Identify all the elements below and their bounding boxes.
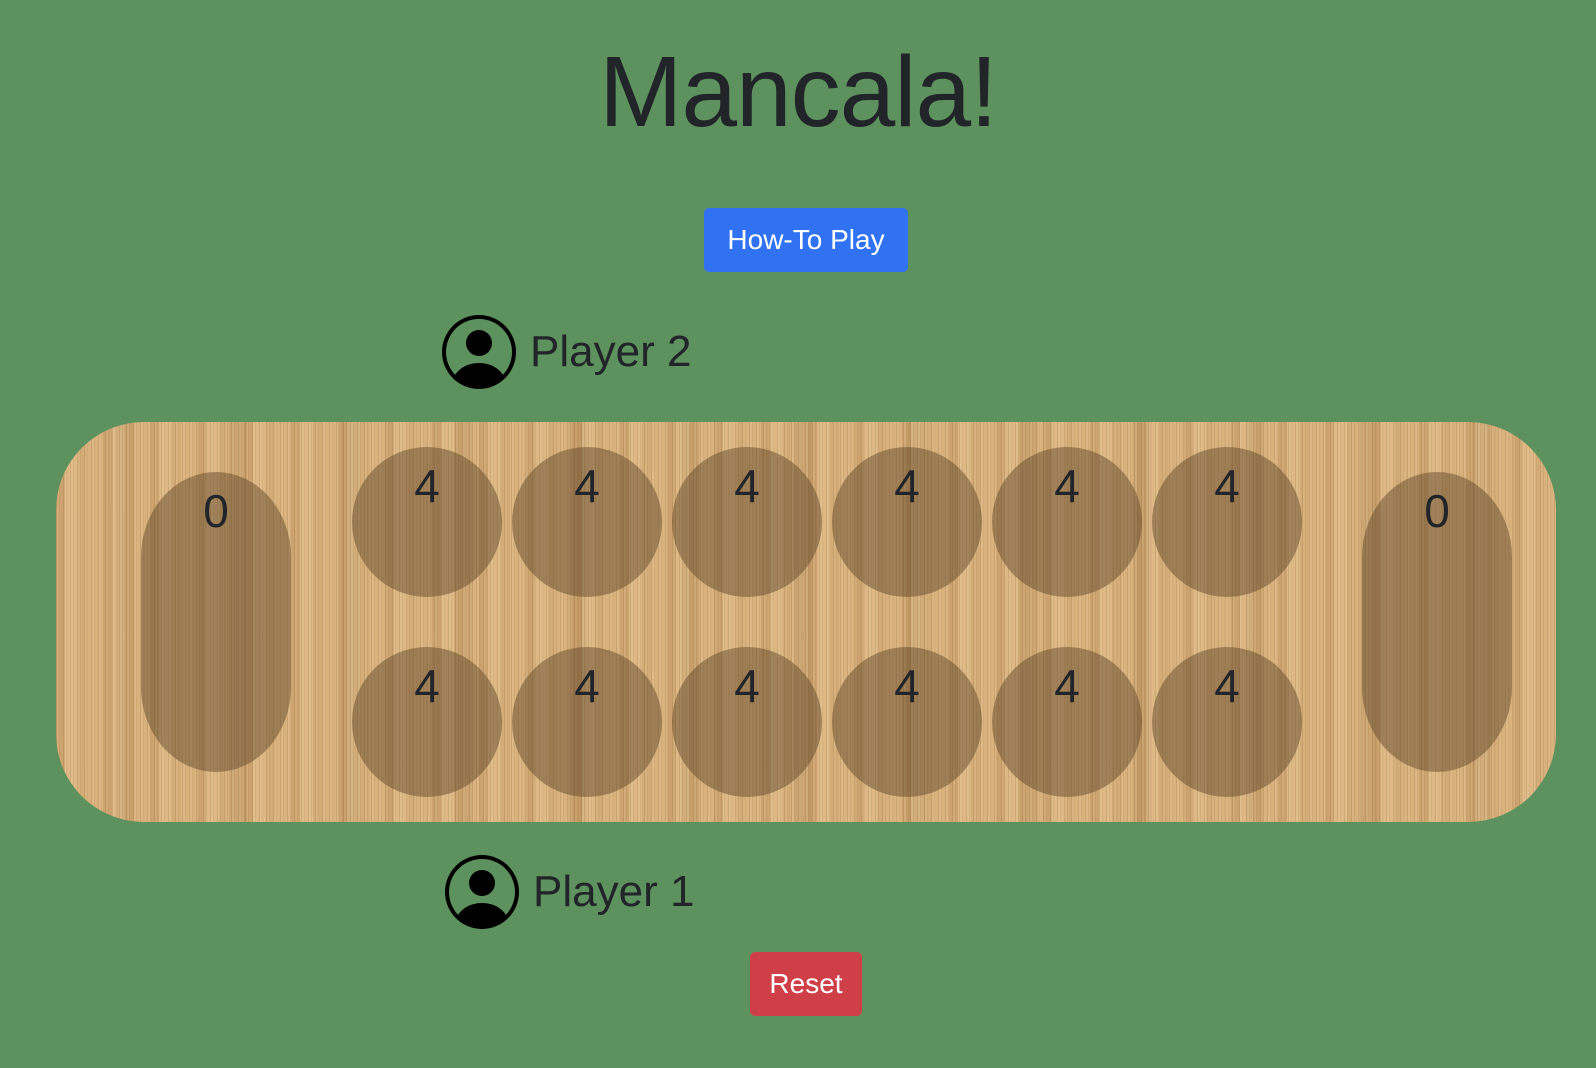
pit-top[interactable]: 4 (992, 447, 1142, 597)
player-1-name: Player 1 (533, 867, 695, 916)
pit-bottom[interactable]: 4 (672, 647, 822, 797)
person-circle-icon (445, 855, 519, 929)
pit-count: 4 (1054, 460, 1080, 512)
pit-count: 4 (574, 660, 600, 712)
pit-count: 4 (734, 660, 760, 712)
pit-count: 4 (574, 460, 600, 512)
pit-bottom[interactable]: 4 (352, 647, 502, 797)
pit-count: 4 (414, 660, 440, 712)
pit-bottom[interactable]: 4 (992, 647, 1142, 797)
player-2-label: Player 2 (438, 311, 691, 393)
page-title: Mancala! (599, 36, 998, 148)
pit-count: 4 (414, 460, 440, 512)
store-right: 0 (1362, 472, 1512, 772)
player-1-label: Player 1 (441, 851, 694, 933)
pit-bottom[interactable]: 4 (1152, 647, 1302, 797)
reset-button[interactable]: Reset (750, 952, 862, 1016)
pit-bottom[interactable]: 4 (512, 647, 662, 797)
person-circle-icon (442, 315, 516, 389)
mancala-board: 0 4 4 4 4 4 4 4 4 4 4 4 4 0 (56, 422, 1556, 822)
pit-top[interactable]: 4 (512, 447, 662, 597)
store-left-count: 0 (203, 485, 229, 537)
pit-count: 4 (734, 460, 760, 512)
store-right-count: 0 (1424, 485, 1450, 537)
pit-top[interactable]: 4 (352, 447, 502, 597)
pit-top[interactable]: 4 (832, 447, 982, 597)
pit-top[interactable]: 4 (1152, 447, 1302, 597)
pit-count: 4 (1214, 660, 1240, 712)
pit-count: 4 (894, 660, 920, 712)
pit-count: 4 (1214, 460, 1240, 512)
player-2-name: Player 2 (530, 327, 692, 376)
pit-bottom[interactable]: 4 (832, 647, 982, 797)
pit-count: 4 (894, 460, 920, 512)
pit-count: 4 (1054, 660, 1080, 712)
pit-top[interactable]: 4 (672, 447, 822, 597)
store-left: 0 (141, 472, 291, 772)
how-to-play-button[interactable]: How-To Play (704, 208, 908, 272)
